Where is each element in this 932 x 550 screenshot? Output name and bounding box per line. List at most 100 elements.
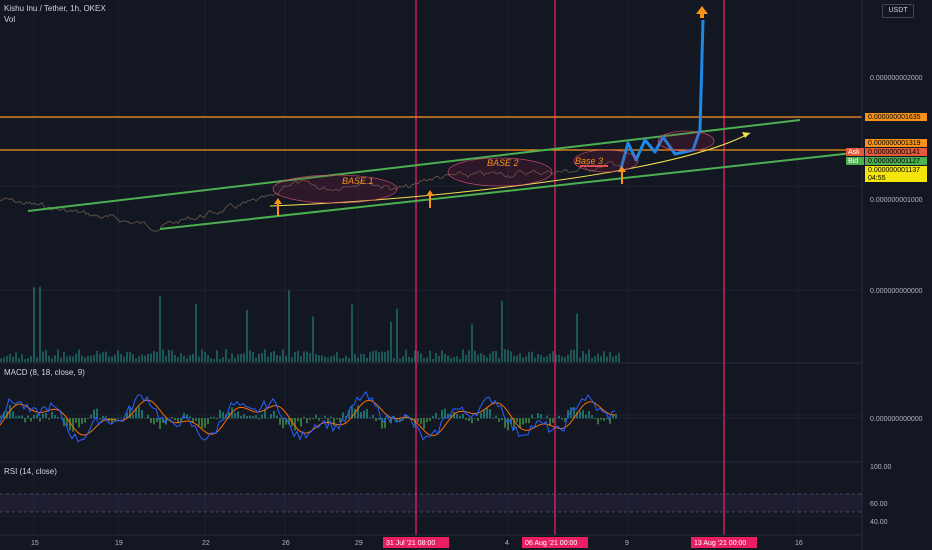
grid-lines — [0, 0, 862, 535]
macd-hist-bar — [489, 409, 491, 419]
volume-bar — [183, 355, 185, 362]
macd-hist-bar — [12, 411, 14, 419]
macd-hist-bar — [282, 418, 284, 429]
volume-bar — [18, 358, 20, 362]
volume-bar — [441, 349, 443, 362]
macd-hist-bar — [120, 417, 122, 419]
volume-bar — [0, 358, 2, 362]
volume-bar — [213, 358, 215, 362]
macd-hist-bar — [276, 415, 278, 419]
macd-hist-bar — [543, 418, 545, 419]
volume-bar — [402, 356, 404, 362]
macd-hist-bar — [216, 418, 218, 420]
macd-hist-bar — [153, 418, 155, 425]
rsi-tick-label: 40.00 — [870, 519, 888, 526]
macd-hist-bar — [336, 418, 338, 420]
macd-hist-bar — [267, 418, 269, 419]
volume-bar — [243, 353, 245, 362]
volume-bar — [153, 351, 155, 362]
volume-bar — [516, 355, 518, 362]
volume-bar — [351, 304, 353, 362]
volume-bar — [93, 354, 95, 362]
chart-canvas[interactable]: BASE 1BASE 2 Base 3 0.0000000020000.00000… — [0, 0, 932, 550]
volume-bar — [591, 358, 593, 362]
volume-bar — [339, 358, 341, 362]
volume-bar — [228, 358, 230, 362]
volume-bar — [330, 356, 332, 362]
volume-bar — [417, 350, 419, 362]
volume-bar — [513, 355, 515, 362]
volume-bar — [177, 357, 179, 362]
volume-bar — [618, 352, 620, 362]
volume-bar — [132, 354, 134, 362]
macd-hist-bar — [219, 409, 221, 419]
volume-bar — [504, 349, 506, 362]
macd-hist-bar — [477, 418, 479, 421]
volume-bar — [69, 355, 71, 362]
rsi-band — [0, 494, 862, 512]
volume-bar — [225, 349, 227, 362]
volume-bar — [273, 351, 275, 362]
macd-hist-bar — [552, 418, 554, 423]
volume-bar — [219, 358, 221, 362]
volume-bar — [375, 350, 377, 362]
volume-bar — [480, 353, 482, 362]
macd-hist-bar — [201, 418, 203, 429]
volume-bar — [477, 354, 479, 362]
volume-bar — [528, 351, 530, 362]
volume-bar — [579, 357, 581, 362]
volume-bar — [408, 356, 410, 362]
time-tick-label: 22 — [202, 540, 210, 547]
macd-hist-bar — [300, 418, 302, 427]
currency-badge[interactable]: USDT — [882, 4, 914, 18]
price-tick-label: 0.000000002000 — [870, 75, 923, 82]
volume-bar — [192, 353, 194, 362]
volume-bar — [279, 355, 281, 362]
macd-hist-bar — [57, 416, 59, 419]
macd-hist-bar — [612, 415, 614, 419]
macd-hist-bar — [582, 410, 584, 419]
volume-bar — [249, 350, 251, 362]
base-ellipse — [272, 174, 398, 204]
volume-bar — [387, 350, 389, 362]
volume-bar — [60, 357, 62, 362]
volume-bar — [195, 304, 197, 362]
volume-bar — [420, 353, 422, 362]
volume-bar — [57, 349, 59, 362]
macd-hist-bar — [24, 418, 26, 423]
volume-bar — [396, 308, 398, 362]
rocket-icon — [696, 6, 708, 18]
volume-bar — [105, 351, 107, 362]
volume-bar — [390, 321, 392, 362]
time-tick-label: 29 — [355, 540, 363, 547]
macd-hist-bar — [534, 418, 536, 419]
annotation-label: BASE 2 — [487, 158, 519, 168]
volume-bar — [111, 356, 113, 362]
volume-bar — [324, 356, 326, 362]
volume-bar — [156, 351, 158, 362]
macd-hist-bar — [90, 414, 92, 419]
volume-bar — [570, 349, 572, 362]
volume-bar — [312, 316, 314, 362]
volume-bar — [33, 287, 35, 362]
volume-bar — [594, 356, 596, 362]
volume-label: Vol — [4, 15, 16, 24]
volume-bar — [3, 357, 5, 362]
volume-bar — [288, 290, 290, 362]
volume-bar — [573, 349, 575, 362]
volume-bar — [267, 356, 269, 362]
macd-hist-bar — [117, 417, 119, 419]
macd-hist-bar — [306, 418, 308, 424]
volume-bar — [210, 358, 212, 362]
macd-hist-bar — [528, 418, 530, 424]
macd-hist-bar — [558, 415, 560, 419]
macd-hist-bar — [360, 412, 362, 419]
macd-hist-bar — [606, 418, 608, 420]
volume-bar — [15, 352, 17, 362]
macd-hist-bar — [168, 417, 170, 419]
price-tag-side-label: Bid — [848, 158, 858, 165]
macd-hist-bar — [222, 412, 224, 419]
volume-bar — [114, 354, 116, 362]
macd-hist-bar — [309, 418, 311, 420]
volume-bar — [12, 356, 14, 362]
